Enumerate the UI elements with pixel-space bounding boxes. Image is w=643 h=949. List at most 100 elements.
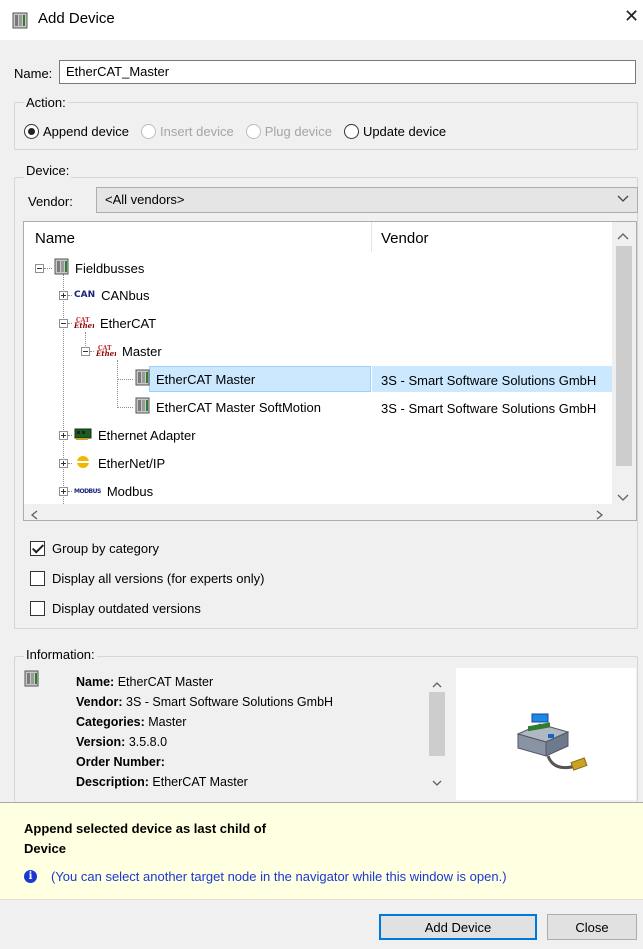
tree-item-ethercat-master[interactable]: EtherCAT Master xyxy=(117,369,255,389)
tree-horizontal-scrollbar[interactable] xyxy=(24,504,636,520)
info-row-version: Version: 3.5.8.0 xyxy=(76,735,168,749)
expand-icon[interactable] xyxy=(59,486,68,496)
update-device-radio[interactable] xyxy=(343,124,359,139)
svg-text:CAT: CAT xyxy=(98,345,112,352)
information-group-label: Information: xyxy=(24,647,97,662)
vendor-column-header[interactable]: Vendor xyxy=(381,230,429,247)
tree-item-label: EtherNet/IP xyxy=(98,455,166,471)
name-column-header[interactable]: Name xyxy=(35,230,75,247)
device-icon xyxy=(135,369,150,389)
network-card-icon xyxy=(74,427,92,444)
tree-connector xyxy=(117,378,133,380)
modbus-icon: MODBUS xyxy=(74,487,101,495)
close-icon[interactable]: ✕ xyxy=(624,6,639,27)
tree-item-ethercat[interactable]: Ether CAT EtherCAT xyxy=(59,313,156,333)
tree-item-modbus[interactable]: MODBUS Modbus xyxy=(59,481,153,501)
expand-icon[interactable] xyxy=(59,458,68,468)
scroll-up-icon[interactable] xyxy=(432,676,442,691)
device-icon xyxy=(135,397,150,417)
tree-item-canbus[interactable]: CAN CANbus xyxy=(59,285,150,305)
display-outdated-versions-label[interactable]: Display outdated versions xyxy=(52,601,201,616)
info-icon: i xyxy=(24,870,37,883)
action-group-label: Action: xyxy=(24,95,68,110)
tree-connector xyxy=(117,406,133,408)
device-preview xyxy=(456,668,636,800)
ethercat-icon: Ether CAT xyxy=(95,342,119,361)
collapse-icon[interactable] xyxy=(81,346,90,356)
group-by-category-label[interactable]: Group by category xyxy=(52,541,159,556)
scroll-right-icon[interactable] xyxy=(596,508,604,520)
information-scroll-thumb[interactable] xyxy=(429,692,445,756)
expand-icon[interactable] xyxy=(59,290,68,300)
tree-connector xyxy=(68,434,72,436)
device-group-label: Device: xyxy=(24,163,72,178)
tree-connector xyxy=(68,294,72,296)
tree-item-vendor: 3S - Smart Software Solutions GmbH xyxy=(381,401,597,416)
tree-vertical-scroll-thumb[interactable] xyxy=(616,246,632,466)
tree-item-ethernet-ip[interactable]: EtherNet/IP xyxy=(59,453,165,473)
fieldbus-folder-icon xyxy=(54,258,69,278)
tree-item-ethercat-master-softmotion[interactable]: EtherCAT Master SoftMotion xyxy=(117,397,321,417)
display-outdated-versions-checkbox[interactable] xyxy=(30,601,45,616)
scroll-left-icon[interactable] xyxy=(30,508,38,520)
expand-icon[interactable] xyxy=(59,430,68,440)
tree-item-label: EtherCAT Master SoftMotion xyxy=(156,399,321,415)
action-radio-group: Append device Insert device Plug device … xyxy=(24,124,454,139)
hint-info: i (You can select another target node in… xyxy=(24,869,507,884)
append-device-radio[interactable] xyxy=(24,124,39,139)
ethercat-icon: Ether CAT xyxy=(73,314,97,333)
tree-connector xyxy=(68,490,72,492)
vendor-dropdown-value: <All vendors> xyxy=(105,192,185,207)
group-by-category-option[interactable]: Group by category xyxy=(30,541,159,556)
display-all-versions-option[interactable]: Display all versions (for experts only) xyxy=(30,571,264,586)
device-tree[interactable]: Name Vendor Fieldbusses CAN CANbus Ether… xyxy=(23,221,637,521)
tree-item-vendor: 3S - Smart Software Solutions GmbH xyxy=(381,373,597,388)
can-icon: CAN xyxy=(74,290,96,300)
tree-item-label: EtherCAT Master xyxy=(156,371,256,387)
tree-item-master[interactable]: Ether CAT Master xyxy=(81,341,162,361)
plug-device-label: Plug device xyxy=(264,124,332,139)
group-by-category-checkbox[interactable] xyxy=(30,541,45,556)
vendor-dropdown[interactable]: <All vendors> xyxy=(96,187,638,213)
scroll-up-icon[interactable] xyxy=(617,228,629,243)
add-device-button[interactable]: Add Device xyxy=(379,914,537,940)
tree-item-label: Ethernet Adapter xyxy=(98,427,196,443)
tree-item-label: Master xyxy=(122,343,162,359)
insert-device-label: Insert device xyxy=(160,124,234,139)
tree-item-fieldbusses[interactable]: Fieldbusses xyxy=(35,258,144,278)
chevron-down-icon[interactable] xyxy=(617,192,629,206)
display-outdated-versions-option[interactable]: Display outdated versions xyxy=(30,601,201,616)
network-module-icon xyxy=(516,713,588,771)
information-details: Name: EtherCAT Master Vendor: 3S - Smart… xyxy=(76,672,421,798)
ethernet-ip-icon xyxy=(74,455,92,472)
hint-info-text: (You can select another target node in t… xyxy=(51,869,507,884)
collapse-icon[interactable] xyxy=(35,263,44,273)
column-divider[interactable] xyxy=(371,222,372,252)
tree-connector xyxy=(90,350,94,352)
info-row-description: Description: EtherCAT Master xyxy=(76,775,248,789)
name-label: Name: xyxy=(14,66,53,81)
display-all-versions-checkbox[interactable] xyxy=(30,571,45,586)
append-device-label[interactable]: Append device xyxy=(43,124,129,139)
update-device-label[interactable]: Update device xyxy=(363,124,446,139)
svg-text:CAT: CAT xyxy=(76,317,90,324)
tree-item-label: Modbus xyxy=(106,483,154,499)
plug-device-radio xyxy=(245,124,261,139)
insert-device-radio xyxy=(141,124,157,139)
close-button[interactable]: Close xyxy=(547,914,637,940)
tree-connector xyxy=(68,322,72,324)
name-input[interactable]: EtherCAT_Master xyxy=(59,60,636,84)
device-icon xyxy=(12,12,28,29)
scroll-down-icon[interactable] xyxy=(617,490,629,505)
info-row-name: Name: EtherCAT Master xyxy=(76,675,214,689)
tree-connector xyxy=(44,267,52,269)
vendor-label: Vendor: xyxy=(28,194,73,209)
device-icon xyxy=(24,670,39,690)
collapse-icon[interactable] xyxy=(59,318,68,328)
info-row-categories: Categories: Master xyxy=(76,715,187,729)
tree-item-label: CANbus xyxy=(101,287,150,303)
tree-item-ethernet-adapter[interactable]: Ethernet Adapter xyxy=(59,425,196,445)
scroll-down-icon[interactable] xyxy=(432,775,442,790)
tree-item-label: Fieldbusses xyxy=(75,260,145,276)
display-all-versions-label[interactable]: Display all versions (for experts only) xyxy=(52,571,264,586)
